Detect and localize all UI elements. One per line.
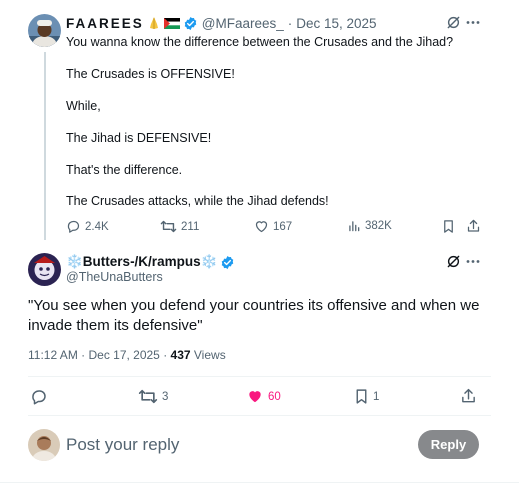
divider: [0, 482, 519, 483]
tweet-date[interactable]: Dec 15, 2025: [296, 16, 376, 31]
tweet-timestamp[interactable]: 11:12 AM · Dec 17, 2025 ·: [28, 348, 171, 362]
tweet-text-line: You wanna know the difference between th…: [66, 35, 454, 49]
bookmark-count: 1: [373, 390, 380, 403]
tweet-header: FAAREES @MFaarees_ · Dec 15, 2025: [66, 14, 377, 32]
share-icon: [462, 388, 475, 403]
bookmark-icon: [444, 220, 453, 233]
palestine-flag-icon: [163, 17, 180, 29]
like-count: 167: [273, 220, 293, 233]
share-button[interactable]: [466, 218, 485, 234]
analytics-icon: [349, 221, 360, 232]
heart-filled-icon: [249, 391, 261, 403]
repost-button[interactable]: 3: [138, 388, 168, 405]
avatar-image: [28, 253, 61, 286]
view-count: 437: [170, 348, 191, 362]
reply-input[interactable]: [66, 433, 406, 457]
tweet-text-line: The Crusades attacks, while the Jihad de…: [66, 194, 329, 208]
bookmark-icon: [356, 389, 367, 404]
reply-icon: [32, 390, 46, 405]
view-count: 382K: [365, 220, 392, 232]
share-button[interactable]: [460, 387, 481, 405]
repost-count: 211: [181, 220, 200, 233]
user-avatar[interactable]: [28, 429, 60, 461]
grok-icon[interactable]: [446, 254, 461, 274]
grok-icon[interactable]: [446, 15, 461, 35]
heart-icon: [255, 221, 268, 233]
tweet-text: "You see when you defend your countries …: [28, 297, 480, 334]
tweet-meta: 11:12 AM · Dec 17, 2025 · 437 Views: [28, 348, 226, 362]
more-options-icon[interactable]: [466, 15, 480, 35]
verified-badge-icon[interactable]: [220, 255, 235, 270]
reply-icon: [67, 220, 80, 233]
reply-submit-button[interactable]: Reply: [418, 430, 479, 459]
views-button[interactable]: 382K: [347, 219, 392, 233]
repost-count: 3: [162, 390, 169, 403]
tweet-text-line: The Crusades is OFFENSIVE!: [66, 67, 235, 81]
like-count: 60: [268, 390, 281, 403]
avatar-image: [28, 14, 61, 47]
avatar-image: [28, 429, 60, 461]
author-handle[interactable]: @MFaarees_: [202, 16, 284, 31]
tweet-header: ❄️Butters-/K/rampus❄️: [66, 253, 235, 271]
views-label: Views: [190, 348, 226, 362]
bookmark-button[interactable]: [442, 219, 459, 234]
header-separator: ·: [287, 15, 293, 31]
divider: [28, 415, 491, 416]
share-icon: [467, 219, 480, 232]
tweet-text-line: That's the difference.: [66, 163, 183, 177]
author-handle[interactable]: @TheUnaButters: [66, 270, 163, 284]
author-name[interactable]: ❄️Butters-/K/rampus❄️: [66, 254, 217, 270]
more-options-icon[interactable]: [466, 254, 480, 274]
author-name[interactable]: FAAREES: [66, 16, 144, 31]
repost-button[interactable]: 211: [160, 219, 199, 234]
prayer-hands-icon: [147, 16, 161, 30]
divider: [28, 376, 491, 377]
like-button[interactable]: 60: [246, 388, 281, 405]
verified-badge-icon[interactable]: [183, 16, 198, 31]
reply-button[interactable]: 2.4K: [66, 219, 109, 234]
tweet-text-line: While,: [66, 99, 101, 113]
author-avatar[interactable]: [28, 14, 61, 47]
reply-count: 2.4K: [85, 220, 109, 233]
repost-icon: [138, 389, 158, 404]
like-button[interactable]: 167: [254, 219, 292, 234]
repost-icon: [160, 220, 177, 233]
bookmark-button[interactable]: 1: [354, 388, 379, 405]
tweet-text-line: The Jihad is DEFENSIVE!: [66, 131, 212, 145]
reply-button[interactable]: [30, 388, 52, 406]
author-avatar[interactable]: [28, 253, 61, 286]
thread-connector-line: [44, 52, 46, 240]
